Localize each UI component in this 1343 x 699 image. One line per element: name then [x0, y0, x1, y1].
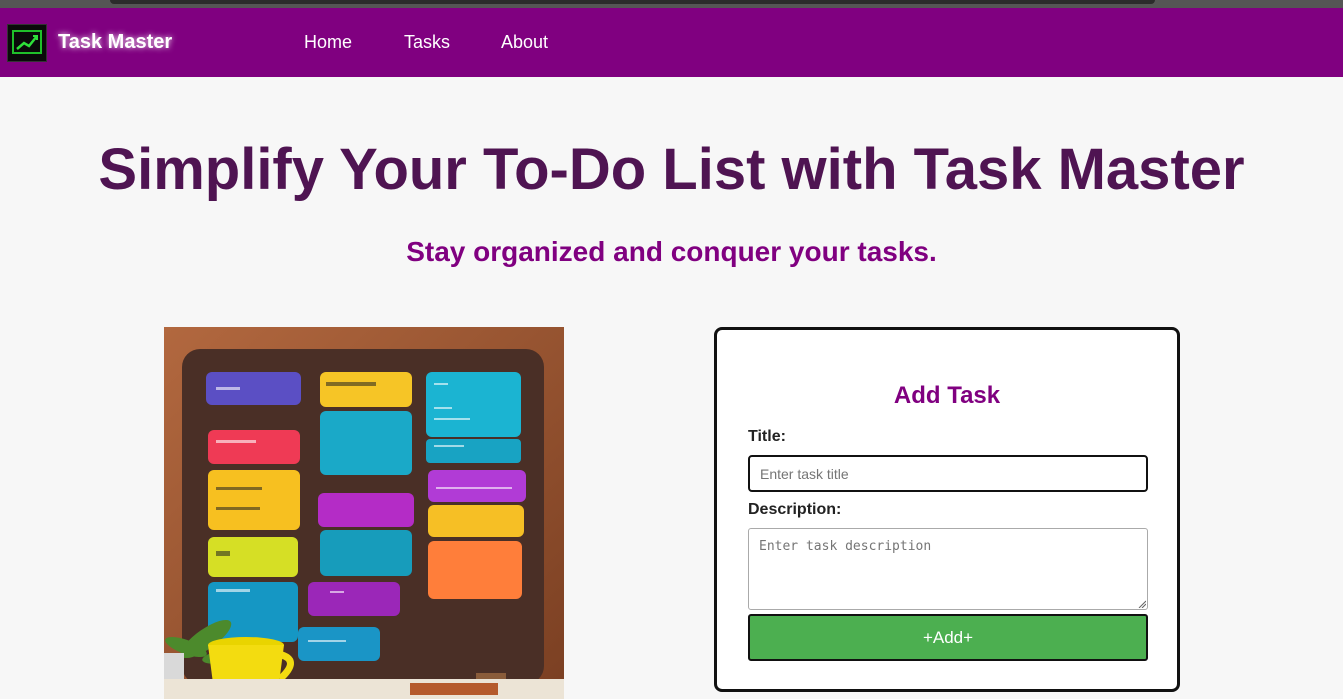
- browser-top-strip: [0, 0, 1343, 8]
- resize-handle-icon[interactable]: [1138, 600, 1146, 608]
- page-subtitle: Stay organized and conquer your tasks.: [406, 236, 937, 267]
- page-title: Simplify Your To-Do List with Task Maste…: [98, 137, 1245, 202]
- nav-link-home[interactable]: Home: [304, 32, 352, 53]
- trend-chart-icon: [7, 24, 47, 62]
- title-label: Title:: [748, 428, 786, 445]
- nav-link-tasks[interactable]: Tasks: [404, 32, 450, 53]
- description-label: Description:: [748, 501, 842, 518]
- task-description-input[interactable]: [748, 528, 1148, 610]
- brand-name[interactable]: Task Master: [58, 31, 172, 54]
- hero-image: [164, 327, 564, 699]
- add-task-button[interactable]: +Add+: [748, 614, 1148, 661]
- add-task-heading: Add Task: [893, 382, 1001, 409]
- navbar: Task Master Home Tasks About: [0, 8, 1343, 77]
- nav-link-about[interactable]: About: [501, 32, 548, 53]
- add-task-card: Add Task Title: Description: +Add+: [714, 327, 1180, 692]
- task-title-input[interactable]: [748, 455, 1148, 492]
